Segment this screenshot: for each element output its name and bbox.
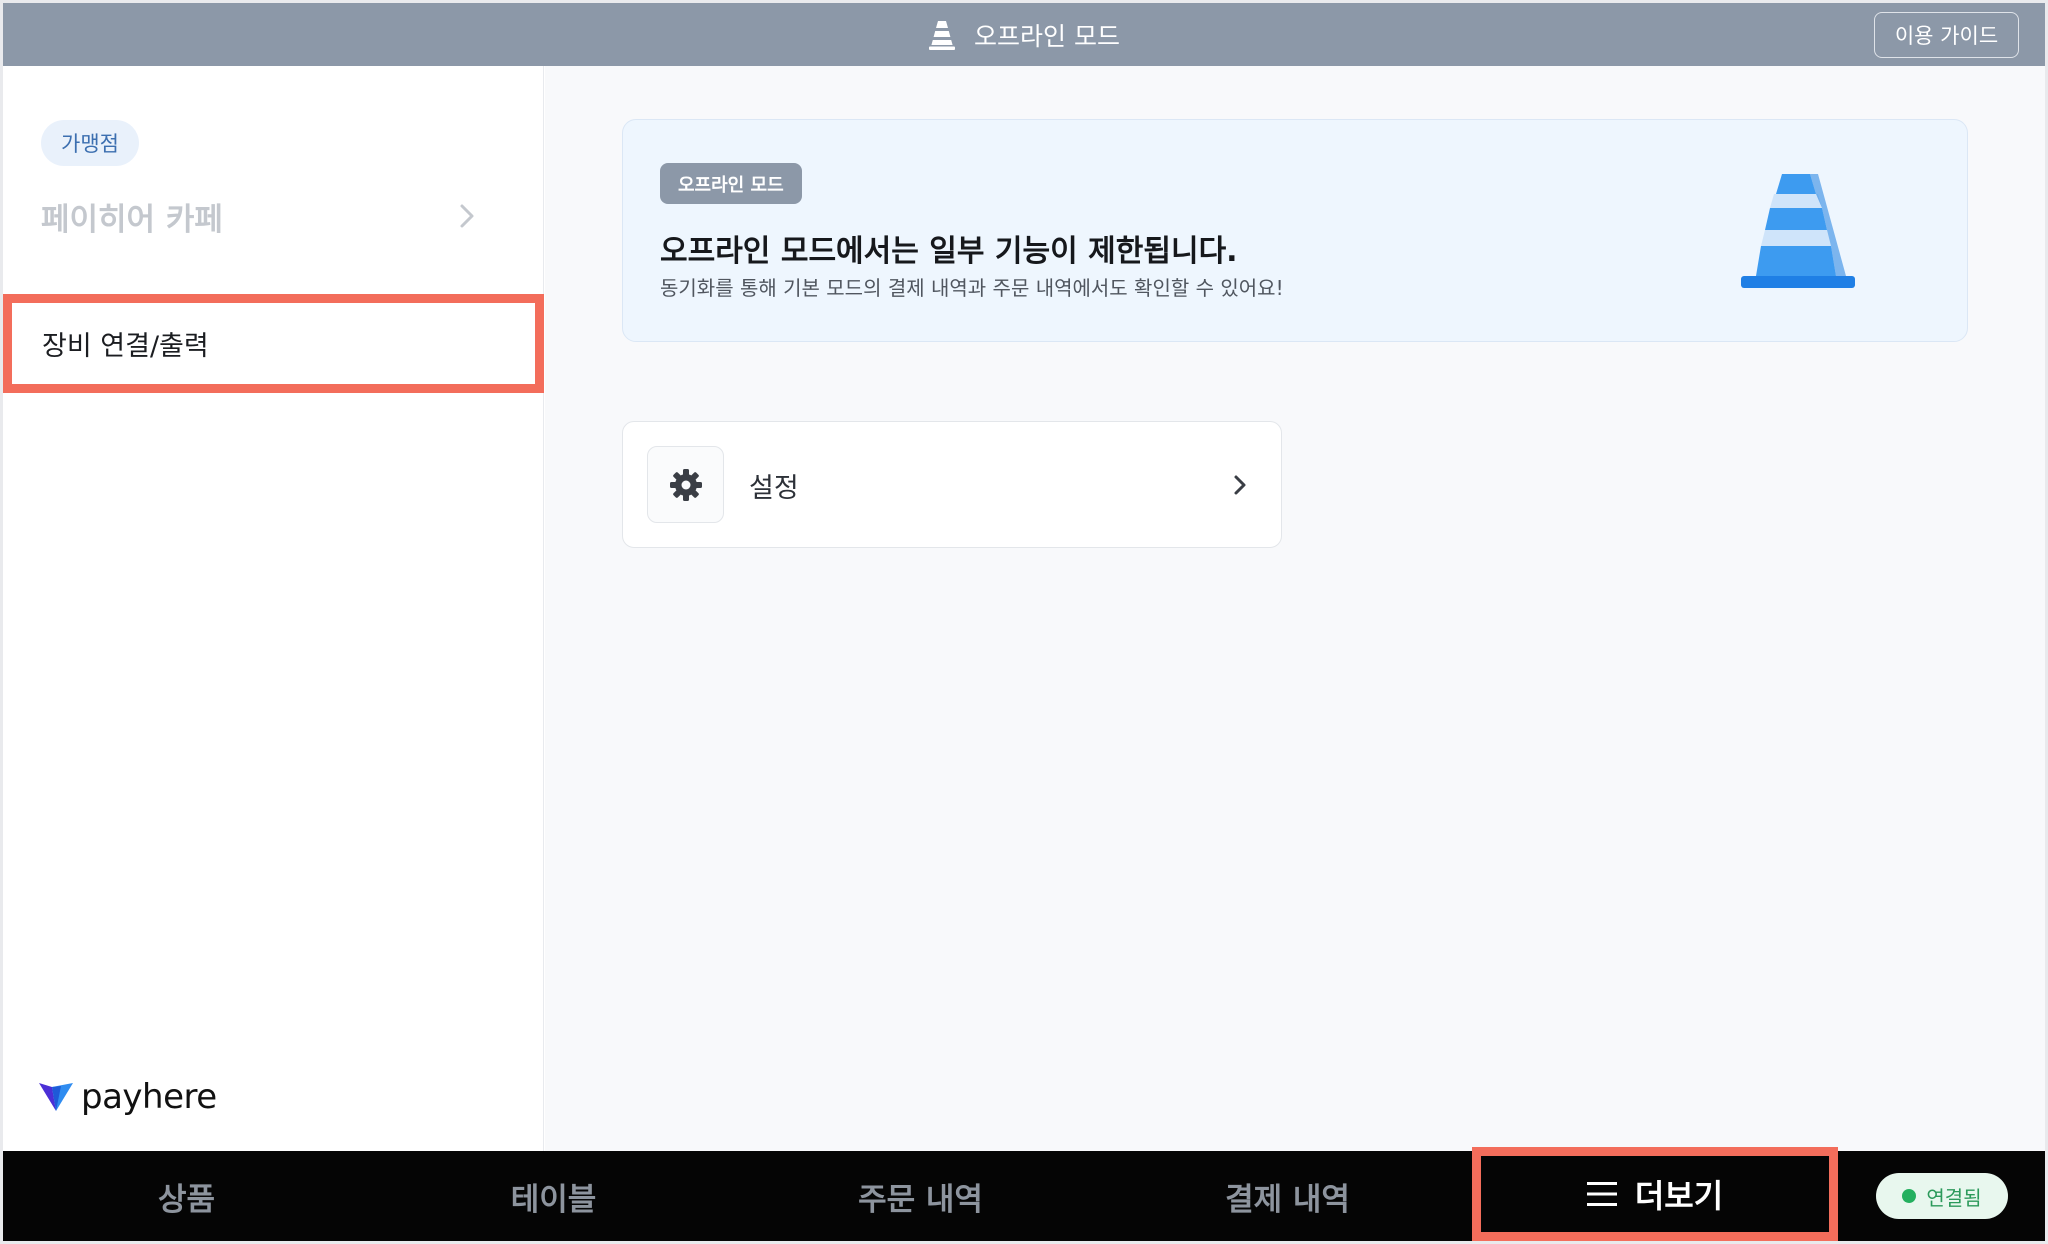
sidebar: 가맹점 페이히어 카페 장비 연결/출력 payhere [3,66,544,1154]
nav-tables[interactable]: 테이블 [370,1151,737,1241]
traffic-cone-icon [1741,174,1855,288]
bottom-nav: 상품 테이블 주문 내역 결제 내역 더보기 연결됨 [3,1147,2045,1241]
connection-status-label: 연결됨 [1926,1185,1982,1210]
logo-text: payhere [81,1077,217,1117]
traffic-cone-icon [929,20,956,50]
banner-description: 동기화를 통해 기본 모드의 결제 내역과 주문 내역에서도 확인할 수 있어요… [660,276,1284,300]
chevron-right-icon[interactable] [453,202,481,230]
settings-label: 설정 [749,473,799,504]
settings-icon-box [647,446,724,523]
nav-order-history[interactable]: 주문 내역 [737,1151,1104,1241]
nav-more-button[interactable]: 더보기 [1472,1147,1838,1241]
sidebar-item-label: 장비 연결/출력 [42,331,209,362]
nav-more-label: 더보기 [1634,1177,1724,1215]
store-badge: 가맹점 [41,120,139,166]
connection-status-badge: 연결됨 [1876,1173,2008,1219]
gear-icon [669,468,702,501]
header-title: 오프라인 모드 [974,21,1120,51]
hamburger-menu-icon [1586,1182,1617,1206]
banner-title: 오프라인 모드에서는 일부 기능이 제한됩니다. [660,234,1238,269]
nav-products[interactable]: 상품 [3,1151,370,1241]
settings-card[interactable]: 설정 [622,421,1282,548]
sidebar-item-device-connection[interactable]: 장비 연결/출력 [3,294,544,393]
header-title-group: 오프라인 모드 [3,3,2045,66]
offline-banner: 오프라인 모드 오프라인 모드에서는 일부 기능이 제한됩니다. 동기화를 통해… [622,119,1968,342]
app-window: 오프라인 모드 이용 가이드 가맹점 페이히어 카페 장비 연결/출력 payh… [3,3,2045,1241]
guide-button[interactable]: 이용 가이드 [1874,12,2019,58]
main-content: 오프라인 모드 오프라인 모드에서는 일부 기능이 제한됩니다. 동기화를 통해… [545,66,2045,1154]
banner-tag: 오프라인 모드 [660,163,802,204]
status-dot-icon [1902,1189,1917,1203]
chevron-right-icon [1234,475,1246,495]
nav-payment-history[interactable]: 결제 내역 [1104,1151,1471,1241]
top-bar: 오프라인 모드 이용 가이드 [3,3,2045,66]
payhere-logo: payhere [39,1077,217,1117]
store-name[interactable]: 페이히어 카페 [41,194,223,239]
payhere-logo-icon [39,1083,73,1111]
